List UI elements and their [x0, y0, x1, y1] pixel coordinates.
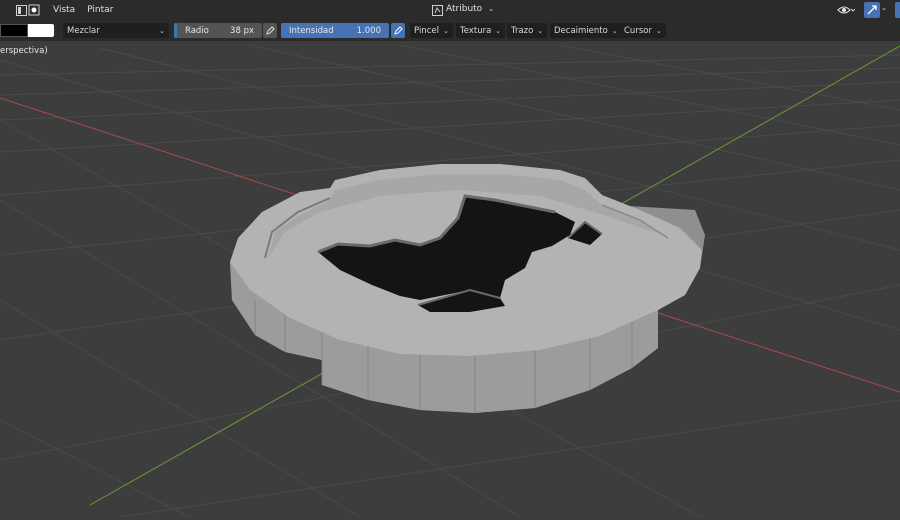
- strength-field[interactable]: Intensidad 1.000: [281, 23, 389, 38]
- chevron-down-icon: ⌄: [537, 26, 544, 35]
- mode-dropdown-label: Atributo: [446, 4, 483, 14]
- panel-decaimiento-label: Decaimiento: [554, 25, 608, 36]
- view-perspective-label: erspectiva): [0, 46, 48, 56]
- chevron-down-icon: ⌄: [495, 26, 502, 35]
- blend-mode-label: Mezclar: [67, 25, 100, 36]
- gizmo-icon[interactable]: [864, 2, 880, 18]
- secondary-color-swatch[interactable]: [28, 24, 54, 37]
- chevron-down-icon: ⌄: [442, 26, 449, 35]
- radius-label: Radio: [185, 25, 209, 36]
- mode-dropdown-atributo[interactable]: Atributo ⌄: [442, 4, 498, 14]
- panel-textura[interactable]: Textura ⌄: [456, 23, 506, 38]
- overlay-toggle-edge[interactable]: [895, 2, 900, 18]
- editor-type-icon[interactable]: [15, 2, 27, 18]
- panel-pincel-label: Pincel: [414, 25, 439, 36]
- strength-pressure-icon[interactable]: [391, 23, 405, 38]
- strength-value: 1.000: [356, 25, 381, 36]
- 3d-viewport[interactable]: erspectiva): [0, 0, 900, 518]
- viewport-scene: [0, 44, 900, 518]
- chevron-down-icon[interactable]: ⌄: [881, 4, 887, 12]
- blend-mode-dropdown[interactable]: Mezclar ⌄: [63, 23, 169, 38]
- vertex-paint-mode-icon[interactable]: [27, 2, 41, 18]
- panel-trazo-label: Trazo: [511, 25, 534, 36]
- primary-color-swatch[interactable]: [0, 24, 28, 37]
- panel-trazo[interactable]: Trazo ⌄: [507, 23, 548, 38]
- menu-vista[interactable]: Vista: [47, 5, 81, 15]
- chevron-down-icon: ⌄: [488, 5, 494, 13]
- menu-pintar[interactable]: Pintar: [81, 5, 119, 15]
- radius-field[interactable]: Radio 38 px: [174, 23, 262, 38]
- viewport-header: Vista Pintar Atributo ⌄ ⌄: [0, 0, 900, 20]
- panel-cursor-label: Cursor: [624, 25, 652, 36]
- radius-pressure-icon[interactable]: [263, 23, 277, 38]
- panel-decaimiento[interactable]: Decaimiento ⌄: [550, 23, 622, 38]
- panel-cursor[interactable]: Cursor ⌄: [620, 23, 666, 38]
- visibility-eye-icon[interactable]: [836, 2, 856, 18]
- radius-value: 38 px: [230, 25, 254, 36]
- panel-textura-label: Textura: [460, 25, 492, 36]
- tool-settings-bar: Mezclar ⌄ Radio 38 px Intensidad 1.000 P…: [0, 20, 900, 41]
- 3d-object-tile[interactable]: [230, 164, 705, 413]
- chevron-down-icon: ⌄: [655, 26, 662, 35]
- panel-pincel[interactable]: Pincel ⌄: [410, 23, 453, 38]
- chevron-down-icon: ⌄: [159, 26, 165, 35]
- chevron-down-icon: ⌄: [611, 26, 618, 35]
- strength-label: Intensidad: [289, 25, 334, 36]
